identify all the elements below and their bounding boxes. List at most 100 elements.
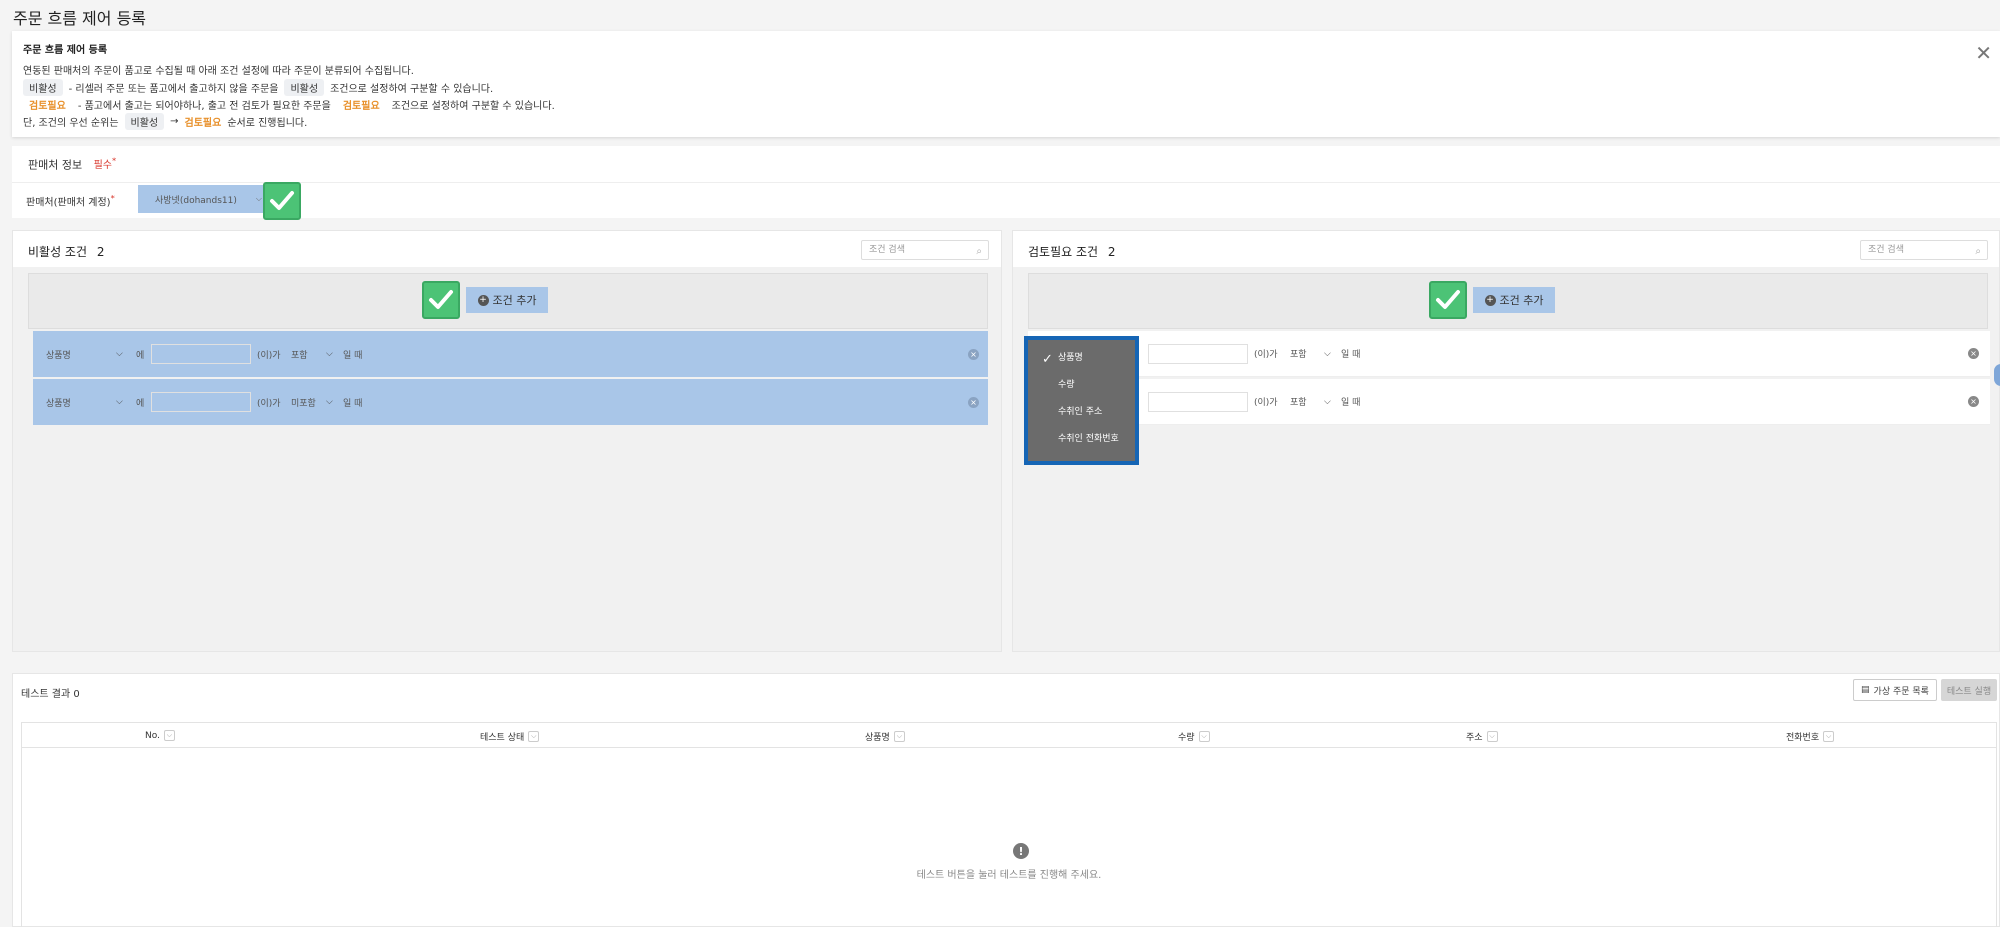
column-header[interactable]: 전화번호 ⌵ (1786, 730, 1835, 743)
seller-header-label: 판매처 정보 (28, 158, 83, 172)
remove-icon[interactable]: × (1968, 396, 1979, 407)
review-text: 검토필요 (184, 118, 222, 129)
seller-select[interactable]: 사방넷(dohands11) ⌵ (138, 185, 266, 213)
search-placeholder: 조건 검색 (1868, 245, 1904, 255)
inactive-chip: 비활성 (284, 79, 325, 96)
result-grid: No. ⌵ 테스트 상태 ⌵ 상품명 ⌵ 수량 ⌵ 주소 ⌵ 전화번호 ⌵ ! 테스트 버튼… (21, 722, 1997, 927)
add-condition-button[interactable]: + 조건 추가 (466, 287, 548, 313)
chevron-down-icon[interactable]: ⌵ (326, 397, 333, 407)
column-header[interactable]: No. ⌵ (145, 730, 175, 741)
required-mark: * (110, 193, 115, 203)
required-badge-label: 필수 (93, 160, 113, 172)
check-icon[interactable] (263, 182, 301, 220)
remove-icon[interactable]: × (968, 396, 979, 408)
sort-icon[interactable]: ⌵ (1486, 731, 1498, 742)
condition-search-input[interactable]: 조건 검색 ⌕ (1860, 240, 1988, 260)
required-badge: 필수* (93, 156, 117, 172)
sort-icon[interactable]: ⌵ (893, 731, 905, 742)
chevron-down-icon: ⌵ (255, 194, 262, 203)
add-condition-button[interactable]: + 조건 추가 (1473, 287, 1555, 313)
subject-text: (이)가 (1254, 398, 1278, 408)
seller-select-value: 사방넷(dohands11) (155, 195, 237, 206)
notice-line-1: 연동된 판매처의 주문이 품고로 수집될 때 아래 조건 설정에 따라 주문이 … (23, 66, 414, 77)
check-mark-icon: ✓ (1042, 352, 1053, 367)
column-header[interactable]: 테스트 상태 ⌵ (480, 730, 540, 743)
tail-text: 일 때 (1341, 350, 1361, 360)
condition-row[interactable]: (이)가 포함 ⌵ 일 때 × (1028, 331, 1990, 377)
sort-icon[interactable]: ⌵ (1823, 731, 1835, 742)
plus-icon: + (477, 294, 489, 306)
dropdown-option[interactable]: 상품명 (1058, 350, 1083, 363)
particle-text: 에 (136, 350, 145, 361)
document-icon: ▤ (1861, 685, 1870, 695)
column-header-label: 전화번호 (1786, 733, 1820, 743)
scroll-handle[interactable] (1994, 364, 2000, 386)
value-input[interactable] (1148, 343, 1248, 364)
sort-icon[interactable]: ⌵ (1198, 731, 1210, 742)
field-select[interactable]: 상품명 (46, 396, 71, 409)
notice-line-3-end: 조건으로 설정하여 구분할 수 있습니다. (391, 101, 555, 112)
value-input[interactable] (151, 344, 251, 364)
inactive-chip: 비활성 (124, 113, 165, 130)
condition-row[interactable]: 상품명 ⌵ 에 (이)가 미포함 ⌵ 일 때 × (33, 379, 988, 425)
review-condition-panel: 검토필요 조건 2 조건 검색 ⌕ + 조건 추가 (이)가 포함 ⌵ 일 때 … (1012, 230, 2000, 652)
column-header[interactable]: 수량 ⌵ (1178, 730, 1210, 743)
inactive-chip: 비활성 (23, 79, 63, 96)
chevron-down-icon[interactable]: ⌵ (116, 349, 123, 359)
chevron-down-icon[interactable]: ⌵ (1324, 397, 1331, 407)
notice-line-2-end: 조건으로 설정하여 구분할 수 있습니다. (330, 84, 494, 95)
condition-search-input[interactable]: 조건 검색 ⌕ (861, 240, 989, 260)
dropdown-option[interactable]: 수량 (1058, 377, 1075, 390)
run-test-button[interactable]: 테스트 실행 (1941, 679, 1997, 701)
add-condition-label: 조건 추가 (492, 294, 537, 307)
review-chip: 검토필요 (23, 96, 72, 113)
condition-row[interactable]: (이)가 포함 ⌵ 일 때 × (1028, 379, 1990, 425)
value-input[interactable] (1148, 391, 1248, 412)
dropdown-option[interactable]: 수취인 전화번호 (1058, 431, 1119, 444)
result-title-label: 테스트 결과 (21, 689, 71, 700)
tail-text: 일 때 (1341, 398, 1361, 408)
notice-line-3: 검토필요 - 품고에서 출고는 되어야하나, 출고 전 검토가 필요한 주문을 … (23, 96, 555, 113)
review-chip: 검토필요 (336, 96, 386, 113)
inactive-condition-panel: 비활성 조건 2 조건 검색 ⌕ + 조건 추가 상품명 ⌵ 에 (이)가 포함… (12, 230, 1002, 652)
condition-count: 2 (1107, 245, 1116, 259)
operator-select[interactable]: 미포함 (291, 396, 316, 409)
dropdown-option[interactable]: 수취인 주소 (1058, 404, 1102, 417)
grid-header: No. ⌵ 테스트 상태 ⌵ 상품명 ⌵ 수량 ⌵ 주소 ⌵ 전화번호 ⌵ (22, 723, 1996, 748)
operator-select[interactable]: 포함 (291, 348, 308, 361)
column-header[interactable]: 상품명 ⌵ (865, 730, 905, 743)
column-header-label: 상품명 (865, 733, 890, 743)
required-mark: * (112, 156, 117, 166)
close-icon[interactable]: ✕ (1975, 41, 1992, 65)
seller-header: 판매처 정보 필수* (28, 156, 116, 172)
column-header-label: No. (145, 730, 160, 741)
empty-message: 테스트 버튼을 눌러 테스트를 진행해 주세요. (916, 870, 1102, 881)
subject-text: (이)가 (1254, 350, 1278, 360)
remove-icon[interactable]: × (1968, 348, 1979, 359)
remove-icon[interactable]: × (968, 348, 979, 360)
panel-header: 비활성 조건 2 조건 검색 ⌕ (13, 231, 1001, 267)
notice-line-2: 비활성 - 리셀러 주문 또는 품고에서 출고하지 않을 주문을 비활성 조건으… (23, 79, 493, 96)
notice-panel: 주문 흐름 제어 등록 연동된 판매처의 주문이 품고로 수집될 때 아래 조건… (12, 31, 2000, 137)
notice-line-4: 단, 조건의 우선 순위는 비활성 → 검토필요 순서로 진행됩니다. (23, 113, 307, 130)
panel-title-label: 검토필요 조건 (1028, 245, 1099, 259)
operator-select[interactable]: 포함 (1290, 395, 1307, 408)
sort-icon[interactable]: ⌵ (163, 730, 175, 741)
chevron-down-icon[interactable]: ⌵ (326, 349, 333, 359)
check-icon[interactable] (1429, 281, 1467, 319)
panel-title: 비활성 조건 2 (28, 243, 104, 260)
plus-icon: + (1484, 294, 1496, 306)
column-header[interactable]: 주소 ⌵ (1466, 730, 1498, 743)
operator-select[interactable]: 포함 (1290, 347, 1307, 360)
check-icon[interactable] (422, 281, 460, 319)
field-select[interactable]: 상품명 (46, 348, 71, 361)
chevron-down-icon[interactable]: ⌵ (1324, 349, 1331, 359)
seller-label: 판매처(판매처 계정)* (26, 193, 115, 208)
value-input[interactable] (151, 392, 251, 412)
field-dropdown-menu[interactable]: ✓ 상품명 수량 수취인 주소 수취인 전화번호 (1024, 336, 1139, 465)
sort-icon[interactable]: ⌵ (528, 731, 540, 742)
condition-row[interactable]: 상품명 ⌵ 에 (이)가 포함 ⌵ 일 때 × (33, 331, 988, 377)
virtual-orders-button[interactable]: ▤ 가상 주문 목록 (1853, 679, 1937, 701)
chevron-down-icon[interactable]: ⌵ (116, 397, 123, 407)
seller-label-text: 판매처(판매처 계정) (26, 197, 111, 209)
